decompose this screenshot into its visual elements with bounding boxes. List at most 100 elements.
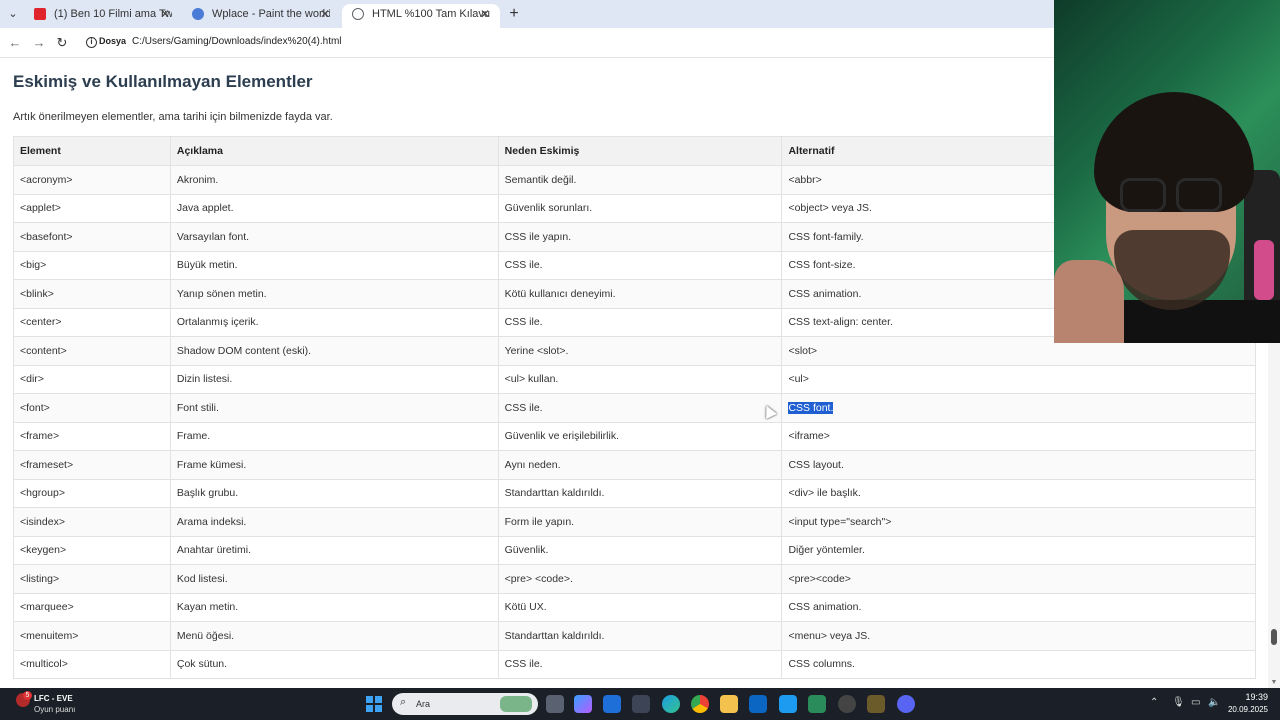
- steam-icon[interactable]: [838, 695, 856, 713]
- tray-chevron-icon[interactable]: ⌃: [1150, 697, 1158, 708]
- cell-text: Başlık grubu.: [176, 487, 239, 500]
- cell-text: <big>: [20, 259, 47, 272]
- cell-alternative: CSS layout.: [781, 450, 1256, 480]
- chrome-icon[interactable]: [691, 695, 709, 713]
- cell-element: <isindex>: [13, 507, 171, 537]
- edge-icon[interactable]: [662, 695, 680, 713]
- cell-text: Diğer yöntemler.: [788, 544, 865, 557]
- table-row: <listing> Kod listesi. <pre> <code>. <pre><…: [13, 564, 1256, 594]
- cell-text: <input type="search">: [788, 515, 892, 528]
- close-tab-icon[interactable]: ✕: [480, 4, 490, 24]
- address-bar[interactable]: i Dosya C:/Users/Gaming/Downloads/index%…: [80, 31, 1054, 55]
- network-icon[interactable]: ▭: [1191, 697, 1200, 708]
- volume-icon[interactable]: 🔈: [1208, 697, 1220, 708]
- cell-text: <iframe>: [788, 430, 830, 443]
- microphone-icon[interactable]: 🎙: [1172, 697, 1185, 708]
- start-windows-icon[interactable]: [366, 696, 382, 712]
- cell-element: <listing>: [13, 564, 171, 594]
- store-icon[interactable]: [632, 695, 650, 713]
- outlook-icon[interactable]: [603, 695, 621, 713]
- cell-reason: CSS ile.: [497, 307, 783, 337]
- cell-text: Standarttan kaldırıldı.: [504, 487, 605, 500]
- linkedin-icon[interactable]: [749, 695, 767, 713]
- table-row: <frameset> Frame kümesi. Aynı neden. CSS la…: [13, 450, 1256, 480]
- clock-time[interactable]: 19:39: [1232, 692, 1268, 702]
- cell-reason: Güvenlik sorunları.: [497, 193, 783, 223]
- scrollbar-thumb[interactable]: [1271, 629, 1277, 645]
- cell-text: Dizin listesi.: [176, 373, 233, 386]
- task-view-icon[interactable]: [546, 695, 564, 713]
- cell-element: <center>: [13, 307, 171, 337]
- widget-subtitle[interactable]: Oyun puanı: [34, 705, 75, 714]
- tab-search-menu-icon[interactable]: ⌄: [4, 5, 22, 23]
- cell-description: Frame.: [169, 421, 499, 451]
- discord-icon[interactable]: [897, 695, 915, 713]
- header-reason: Neden Eskimiş: [497, 136, 783, 166]
- cell-text: <multicol>: [20, 658, 68, 671]
- new-tab-button[interactable]: +: [504, 4, 524, 24]
- cell-text: Frame.: [176, 430, 211, 443]
- cell-text: CSS ile yapın.: [504, 230, 572, 243]
- cell-description: Varsayılan font.: [169, 222, 499, 252]
- cell-text: <pre><code>: [788, 572, 851, 585]
- cell-text: Form ile yapın.: [504, 515, 575, 528]
- windows-taskbar: 5 LFC - EVE Oyun puanı ⌕ Ara ⌃ 🎙 ▭ 🔈 19:…: [0, 688, 1280, 720]
- cell-alternative: <div> ile başlık.: [781, 478, 1256, 508]
- table-row: <hgroup> Başlık grubu. Standarttan kaldırı…: [13, 478, 1256, 508]
- cell-element: <hgroup>: [13, 478, 171, 508]
- clock-date[interactable]: 20.09.2025: [1222, 705, 1268, 714]
- cell-text: <basefont>: [20, 230, 73, 243]
- cell-text: Yanıp sönen metin.: [176, 287, 267, 300]
- globe-favicon-icon: [352, 8, 364, 20]
- app-icon[interactable]: [867, 695, 885, 713]
- cell-text: CSS font-family.: [788, 230, 864, 243]
- cell-element: <frameset>: [13, 450, 171, 480]
- cell-element: <font>: [13, 393, 171, 423]
- back-arrow-icon[interactable]: ←: [6, 34, 24, 52]
- tab-wplace[interactable]: Wplace - Paint the world ✕: [182, 4, 340, 28]
- streamer-hair: [1094, 92, 1254, 212]
- cell-element: <marquee>: [13, 592, 171, 622]
- tab-html-guide[interactable]: HTML %100 Tam Kılavuz - Tüm ✕: [342, 4, 500, 28]
- widget-title[interactable]: LFC - EVE: [34, 694, 73, 703]
- cell-text: <font>: [20, 401, 50, 414]
- cell-element: <applet>: [13, 193, 171, 223]
- cell-text: <menuitem>: [20, 629, 79, 642]
- site-info-chip[interactable]: Dosya: [99, 36, 126, 46]
- cell-text: <ul>: [788, 373, 809, 386]
- cell-element: <blink>: [13, 279, 171, 309]
- cell-description: Font stili.: [169, 393, 499, 423]
- notepad-icon[interactable]: [808, 695, 826, 713]
- streamer-body: [1114, 300, 1280, 343]
- cell-description: Dizin listesi.: [169, 364, 499, 394]
- info-icon[interactable]: i: [86, 37, 97, 48]
- cell-reason: Kötü kullanıcı deneyimi.: [497, 279, 783, 309]
- cell-description: Çok sütun.: [169, 649, 499, 679]
- cell-alternative: <iframe>: [781, 421, 1256, 451]
- copilot-icon[interactable]: [574, 695, 592, 713]
- url-text[interactable]: C:/Users/Gaming/Downloads/index%20(4).ht…: [132, 36, 342, 47]
- forward-arrow-icon[interactable]: →: [30, 34, 48, 52]
- table-row: <menuitem> Menü öğesi. Standarttan kaldırı…: [13, 621, 1256, 651]
- cell-reason: Semantik değil.: [497, 165, 783, 195]
- cell-reason: <pre> <code>.: [497, 564, 783, 594]
- taskbar-search-box[interactable]: ⌕ Ara: [392, 693, 538, 715]
- cell-element: <multicol>: [13, 649, 171, 679]
- cell-text: <hgroup>: [20, 487, 65, 500]
- reload-icon[interactable]: ↻: [53, 34, 71, 52]
- search-placeholder: Ara: [416, 699, 431, 709]
- cell-text: CSS layout.: [788, 458, 844, 471]
- close-tab-icon[interactable]: ✕: [160, 4, 170, 24]
- tab-title: (1) Ben 10 Filmi ama Twitch Chat: [54, 8, 172, 20]
- twitter-icon[interactable]: [779, 695, 797, 713]
- streamer-hand: [1054, 260, 1124, 343]
- cell-text: Kod listesi.: [176, 572, 228, 585]
- scroll-down-icon[interactable]: ▼: [1268, 679, 1280, 686]
- glasses-right: [1176, 178, 1222, 212]
- tab-youtube[interactable]: (1) Ben 10 Filmi ama Twitch Chat ✕: [24, 4, 180, 28]
- cell-text: Güvenlik.: [504, 544, 549, 557]
- cell-text: Kötü UX.: [504, 601, 547, 614]
- file-explorer-icon[interactable]: [720, 695, 738, 713]
- close-tab-icon[interactable]: ✕: [320, 4, 330, 24]
- cell-description: Kayan metin.: [169, 592, 499, 622]
